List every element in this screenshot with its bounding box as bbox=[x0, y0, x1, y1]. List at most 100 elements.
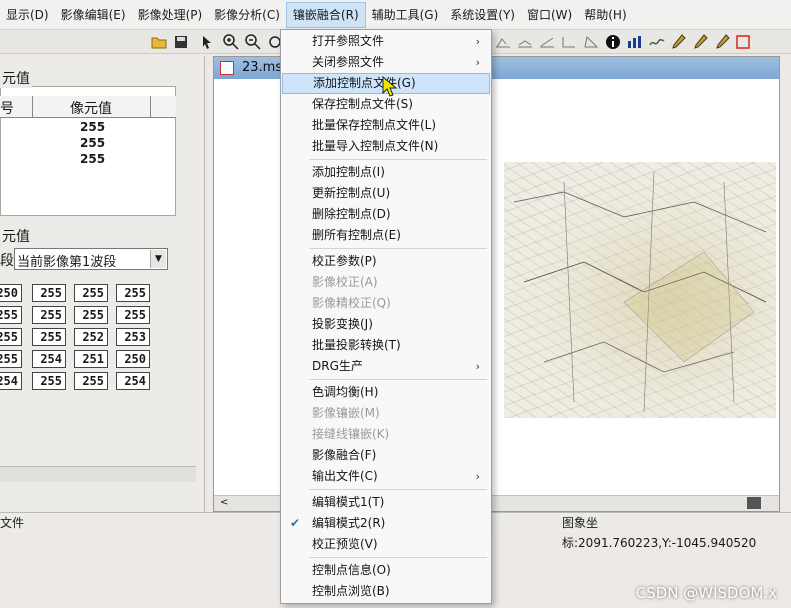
line-tool3-icon[interactable] bbox=[538, 33, 556, 51]
line-tool2-icon[interactable] bbox=[516, 33, 534, 51]
scroll-thumb[interactable] bbox=[747, 497, 761, 509]
grid-cell: 255 bbox=[0, 306, 22, 324]
pen3-icon[interactable] bbox=[714, 33, 732, 51]
pixel-table-header: 号 像元值 bbox=[0, 96, 176, 118]
menu-system-settings[interactable]: 系统设置(Y) bbox=[444, 2, 521, 28]
menu-item-label: 控制点浏览(B) bbox=[312, 584, 390, 598]
map-image[interactable] bbox=[504, 162, 776, 418]
zoom-in-icon[interactable] bbox=[222, 33, 240, 51]
menu-item-label: 删所有控制点(E) bbox=[312, 228, 401, 242]
zoom-out-icon[interactable] bbox=[244, 33, 262, 51]
menu-separator bbox=[309, 379, 487, 380]
menu-item-label: 影像镶嵌(M) bbox=[312, 406, 380, 420]
left-scrollbar[interactable] bbox=[0, 466, 196, 482]
bar-chart-icon[interactable] bbox=[626, 33, 644, 51]
chevron-right-icon: › bbox=[475, 35, 480, 48]
menu-item-label: 色调均衡(H) bbox=[312, 385, 379, 399]
open-folder-icon[interactable] bbox=[150, 33, 168, 51]
grid-cell: 255 bbox=[74, 284, 108, 302]
line-tool-icon[interactable] bbox=[494, 33, 512, 51]
band-select-value: 当前影像第1波段 bbox=[17, 255, 117, 270]
menu-item-image-fusion[interactable]: 影像融合(F) bbox=[282, 445, 490, 466]
neighborhood-group-title: 元值 bbox=[0, 226, 32, 246]
menu-item-label: 影像精校正(Q) bbox=[312, 296, 391, 310]
menu-item-projection-transform[interactable]: 投影变换(J) bbox=[282, 314, 490, 335]
pixel-value: 255 bbox=[80, 136, 106, 150]
menu-item-batch-import-gcp[interactable]: 批量导入控制点文件(N) bbox=[282, 136, 490, 157]
chevron-right-icon: › bbox=[475, 470, 480, 483]
menu-image-process[interactable]: 影像处理(P) bbox=[132, 2, 209, 28]
grid-cell: 255 bbox=[116, 306, 150, 324]
menu-item-label: 投影变换(J) bbox=[312, 317, 373, 331]
menu-item-image-mosaic[interactable]: 影像镶嵌(M) bbox=[282, 403, 490, 424]
mosaic-fusion-menu: 打开参照文件 › 关闭参照文件 › 添加控制点文件(G) 保存控制点文件(S) 批量… bbox=[280, 29, 492, 604]
menu-item-label: 校正参数(P) bbox=[312, 254, 377, 268]
menu-item-label: 打开参照文件 bbox=[312, 34, 385, 48]
pointer-icon[interactable] bbox=[198, 33, 216, 51]
menu-item-batch-projection[interactable]: 批量投影转换(T) bbox=[282, 335, 490, 356]
menu-aux-tools[interactable]: 辅助工具(G) bbox=[366, 2, 445, 28]
mouse-cursor-icon bbox=[382, 76, 398, 97]
angle-tool-icon[interactable] bbox=[560, 33, 578, 51]
menu-item-label: 批量保存控制点文件(L) bbox=[312, 118, 437, 132]
menu-item-correction-params[interactable]: 校正参数(P) bbox=[282, 251, 490, 272]
menu-item-label: 添加控制点文件(G) bbox=[313, 76, 416, 90]
line-chart-icon[interactable] bbox=[648, 33, 666, 51]
grid-cell: 255 bbox=[32, 306, 66, 324]
menu-item-gcp-info[interactable]: 控制点信息(O) bbox=[282, 560, 490, 581]
menu-item-batch-save-gcp[interactable]: 批量保存控制点文件(L) bbox=[282, 115, 490, 136]
menu-mosaic-fusion[interactable]: 镶嵌融合(R) bbox=[285, 1, 366, 28]
pen2-icon[interactable] bbox=[692, 33, 710, 51]
menu-item-image-correction[interactable]: 影像校正(A) bbox=[282, 272, 490, 293]
scroll-left-icon[interactable]: < bbox=[220, 497, 228, 508]
menu-item-correction-preview[interactable]: 校正预览(V) bbox=[282, 534, 490, 555]
menu-item-close-reference[interactable]: 关闭参照文件 › bbox=[282, 52, 490, 73]
band-select[interactable]: 当前影像第1波段 ▼ bbox=[14, 248, 168, 270]
grid-cell: 255 bbox=[32, 328, 66, 346]
chevron-down-icon[interactable]: ▼ bbox=[150, 250, 166, 268]
grid-cell: 255 bbox=[74, 306, 108, 324]
menu-item-add-gcp[interactable]: 添加控制点(I) bbox=[282, 162, 490, 183]
menu-item-label: 批量导入控制点文件(N) bbox=[312, 139, 439, 153]
pixel-value: 255 bbox=[80, 120, 106, 134]
menu-image-analysis[interactable]: 影像分析(C) bbox=[208, 2, 286, 28]
menu-item-label: 批量投影转换(T) bbox=[312, 338, 401, 352]
menu-separator bbox=[309, 248, 487, 249]
menu-display[interactable]: 显示(D) bbox=[0, 2, 55, 28]
menu-item-drg-production[interactable]: DRG生产 › bbox=[282, 356, 490, 377]
info-icon[interactable] bbox=[604, 33, 622, 51]
menu-item-seamline-mosaic[interactable]: 接缝线镶嵌(K) bbox=[282, 424, 490, 445]
menu-image-edit[interactable]: 影像编辑(E) bbox=[55, 2, 132, 28]
menu-item-gcp-browse[interactable]: 控制点浏览(B) bbox=[282, 581, 490, 602]
menu-item-fine-correction[interactable]: 影像精校正(Q) bbox=[282, 293, 490, 314]
menu-item-label: 删除控制点(D) bbox=[312, 207, 391, 221]
menu-item-edit-mode-1[interactable]: 编辑模式1(T) bbox=[282, 492, 490, 513]
rect-icon[interactable] bbox=[734, 33, 752, 51]
file-icon bbox=[220, 61, 234, 75]
menu-item-label: 影像校正(A) bbox=[312, 275, 378, 289]
menu-item-label: 影像融合(F) bbox=[312, 448, 377, 462]
pixel-group-title: 元值 bbox=[0, 68, 32, 88]
menu-separator bbox=[309, 159, 487, 160]
menu-window[interactable]: 窗口(W) bbox=[521, 2, 578, 28]
menu-item-color-balance[interactable]: 色调均衡(H) bbox=[282, 382, 490, 403]
grid-cell: 255 bbox=[32, 372, 66, 390]
menu-item-edit-mode-2[interactable]: ✔ 编辑模式2(R) bbox=[282, 513, 490, 534]
menu-item-delete-all-gcp[interactable]: 删所有控制点(E) bbox=[282, 225, 490, 246]
menu-item-output-file[interactable]: 输出文件(C) › bbox=[282, 466, 490, 487]
menu-item-label: DRG生产 bbox=[312, 359, 363, 373]
menu-help[interactable]: 帮助(H) bbox=[578, 2, 632, 28]
menu-item-update-gcp[interactable]: 更新控制点(U) bbox=[282, 183, 490, 204]
menu-item-delete-gcp[interactable]: 删除控制点(D) bbox=[282, 204, 490, 225]
left-panel: 元值 号 像元值 255 255 255 元值 段 当前影像第1波段 ▼ 250… bbox=[0, 56, 205, 512]
status-coords: 图象坐标:2091.760223,Y:-1045.940520 bbox=[562, 516, 757, 550]
save-icon[interactable] bbox=[172, 33, 190, 51]
pen-icon[interactable] bbox=[670, 33, 688, 51]
grid-cell: 252 bbox=[74, 328, 108, 346]
pixel-col-index: 号 bbox=[0, 101, 14, 117]
grid-cell: 255 bbox=[32, 284, 66, 302]
band-label: 段 bbox=[0, 253, 14, 269]
menu-item-label: 编辑模式1(T) bbox=[312, 495, 385, 509]
menu-item-open-reference[interactable]: 打开参照文件 › bbox=[282, 31, 490, 52]
triangle-tool-icon[interactable] bbox=[582, 33, 600, 51]
